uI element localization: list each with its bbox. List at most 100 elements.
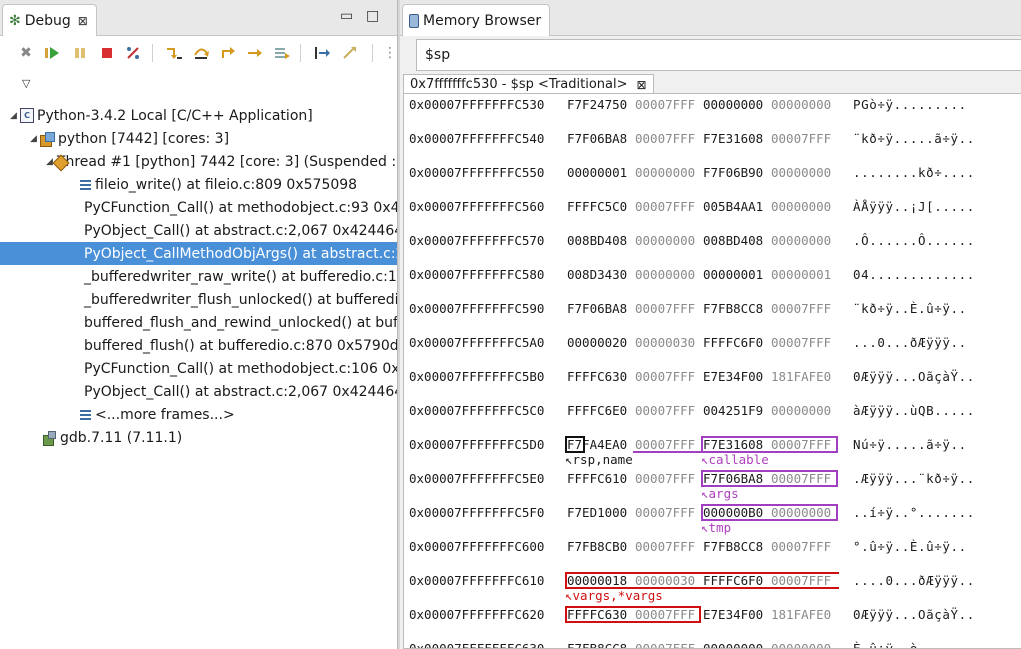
memory-word[interactable]: E7E34F00 (703, 368, 763, 385)
memory-word[interactable]: F7F06BA8 (567, 300, 627, 317)
memory-word[interactable]: 00000001 (771, 266, 831, 283)
stack-frame[interactable]: PyCFunction_Call() at methodobject.c:93 … (0, 196, 397, 219)
expand-icon[interactable]: ◢ (10, 111, 20, 121)
memory-expression-input[interactable]: $sp (416, 39, 1021, 71)
memory-word[interactable]: 00007FFF (635, 640, 695, 648)
tree-thread[interactable]: ◢ Thread #1 [python] 7442 [core: 3] (Sus… (0, 150, 397, 173)
close-icon[interactable]: ⊠ (637, 78, 647, 92)
memory-word[interactable]: FFFFC6F0 (703, 334, 763, 351)
memory-word[interactable]: 00000000 (771, 232, 831, 249)
stack-frame[interactable]: buffered_flush() at bufferedio.c:870 0x5… (0, 334, 397, 357)
stack-frame[interactable]: PyCFunction_Call() at methodobject.c:106… (0, 357, 397, 380)
tab-rendering[interactable]: 0x7fffffffc530 - $sp <Traditional> ⊠ (403, 74, 654, 94)
memory-word[interactable]: 00007FFF (771, 300, 831, 317)
step-into-icon[interactable] (164, 43, 184, 63)
stack-frame[interactable]: PyObject_Call() at abstract.c:2,067 0x42… (0, 380, 397, 403)
memory-word[interactable]: 00007FFF (635, 504, 695, 521)
memory-word[interactable]: F7ED1000 (567, 504, 627, 521)
memory-word[interactable]: 00007FFF (635, 402, 695, 419)
maximize-icon[interactable]: □ (366, 8, 379, 24)
memory-word[interactable]: 00000001 (567, 164, 627, 181)
memory-word[interactable]: F7F24750 (567, 96, 627, 113)
memory-row: 0x00007FFFFFFFC5C0 FFFFC6E0 00007FFF 004251… (404, 401, 1021, 421)
resume-icon[interactable] (42, 43, 62, 63)
step-return-icon[interactable] (218, 43, 238, 63)
expand-icon[interactable]: ◢ (30, 134, 40, 144)
tab-debug[interactable]: ✻ Debug ⊠ (2, 4, 97, 36)
memory-word[interactable]: 008BD408 (703, 232, 763, 249)
memory-word[interactable]: 181FAFE0 (771, 606, 831, 623)
stack-frame[interactable]: PyObject_Call() at abstract.c:2,067 0x42… (0, 219, 397, 242)
stack-frame[interactable]: buffered_flush_and_rewind_unlocked() at … (0, 311, 397, 334)
memory-word[interactable]: F7F06B90 (703, 164, 763, 181)
tree-gdb[interactable]: gdb.7.11 (7.11.1) (0, 426, 397, 449)
minimize-icon[interactable]: ▭ (340, 8, 353, 24)
stack-frame[interactable]: fileio_write() at fileio.c:809 0x575098 (0, 173, 397, 196)
memory-word[interactable]: 008D3430 (567, 266, 627, 283)
stack-frame-selected[interactable]: PyObject_CallMethodObjArgs() at abstract… (0, 242, 397, 265)
memory-word[interactable]: 00007FFF (771, 334, 831, 351)
memory-word[interactable]: F7F06BA8 (567, 130, 627, 147)
memory-rendering[interactable]: 0x00007FFFFFFFC530 F7F24750 00007FFF 000000… (403, 93, 1021, 649)
tree-launch[interactable]: ◢ C Python-3.4.2 Local [C/C++ Applicatio… (0, 104, 397, 127)
suspend-icon[interactable] (70, 43, 90, 63)
step-filters-icon[interactable] (272, 43, 292, 63)
memory-word[interactable]: 00007FFF (635, 538, 695, 555)
memory-word[interactable]: 00007FFF (635, 470, 695, 487)
memory-word[interactable]: 00007FFF (771, 538, 831, 555)
memory-word[interactable]: 00000000 (635, 266, 695, 283)
memory-word[interactable]: 00000030 (635, 334, 695, 351)
memory-word[interactable]: 00000000 (771, 164, 831, 181)
memory-word[interactable]: 00007FFF (771, 130, 831, 147)
memory-word[interactable]: 00000000 (703, 640, 763, 648)
instruction-stepping-icon[interactable] (312, 43, 332, 63)
view-menu-icon[interactable]: ▽ (22, 77, 30, 90)
memory-address: 0x00007FFFFFFFC5A0 (409, 335, 545, 350)
memory-word[interactable]: FFFFC630 (567, 368, 627, 385)
tab-memory-browser[interactable]: Memory Browser (402, 4, 551, 36)
tree-process[interactable]: ◢ python [7442] [cores: 3] (0, 127, 397, 150)
memory-word[interactable]: 00000020 (567, 334, 627, 351)
memory-word[interactable]: FFFFC5C0 (567, 198, 627, 215)
memory-word[interactable]: 00000000 (703, 96, 763, 113)
memory-word[interactable]: FFFFC6E0 (567, 402, 627, 419)
memory-word[interactable]: 00007FFF (635, 96, 695, 113)
memory-word[interactable]: F7FB8CC8 (703, 538, 763, 555)
memory-word[interactable]: 00007FFF (635, 198, 695, 215)
memory-word[interactable]: FFFFC610 (567, 470, 627, 487)
memory-word[interactable]: 00000000 (635, 232, 695, 249)
memory-word[interactable]: 00000000 (771, 640, 831, 648)
disconnect-icon[interactable] (123, 43, 143, 63)
remove-all-terminated-icon[interactable]: ✖ (16, 43, 36, 63)
memory-word[interactable]: F7FB8CB0 (567, 538, 627, 555)
memory-word[interactable]: 00007FFF (635, 300, 695, 317)
expand-icon[interactable]: ◢ (46, 157, 53, 167)
step-over-icon[interactable] (191, 43, 211, 63)
memory-word[interactable]: 00000000 (771, 198, 831, 215)
memory-word[interactable]: 00007FFF (635, 130, 695, 147)
memory-word[interactable]: 00000000 (771, 96, 831, 113)
reverse-debug-icon[interactable] (340, 43, 360, 63)
memory-word[interactable]: 004251F9 (703, 402, 763, 419)
drop-to-frame-icon[interactable] (245, 43, 265, 63)
memory-word[interactable]: F7FB8CC8 (567, 640, 627, 648)
memory-word[interactable]: 181FAFE0 (771, 368, 831, 385)
memory-word[interactable]: 00000001 (703, 266, 763, 283)
memory-word[interactable]: F7E31608 (703, 130, 763, 147)
terminate-icon[interactable] (97, 43, 117, 63)
memory-word[interactable]: 00000000 (771, 402, 831, 419)
memory-word[interactable]: 005B4AA1 (703, 198, 763, 215)
memory-word[interactable]: 00007FFF (635, 368, 695, 385)
memory-word[interactable]: 008BD408 (567, 232, 627, 249)
stack-frame[interactable]: _bufferedwriter_flush_unlocked() at buff… (0, 288, 397, 311)
args-highlight (701, 470, 838, 487)
toolbar-overflow-icon[interactable]: ⋮ (380, 43, 400, 63)
stack-frame[interactable]: _bufferedwriter_raw_write() at bufferedi… (0, 265, 397, 288)
stack-frame-label: _bufferedwriter_raw_write() at bufferedi… (84, 268, 397, 285)
close-icon[interactable]: ⊠ (78, 14, 88, 28)
memory-word[interactable]: E7E34F00 (703, 606, 763, 623)
memory-word[interactable]: 00000000 (635, 164, 695, 181)
memory-address: 0x00007FFFFFFFC560 (409, 199, 545, 214)
more-frames[interactable]: <...more frames...> (0, 403, 397, 426)
memory-word[interactable]: F7FB8CC8 (703, 300, 763, 317)
